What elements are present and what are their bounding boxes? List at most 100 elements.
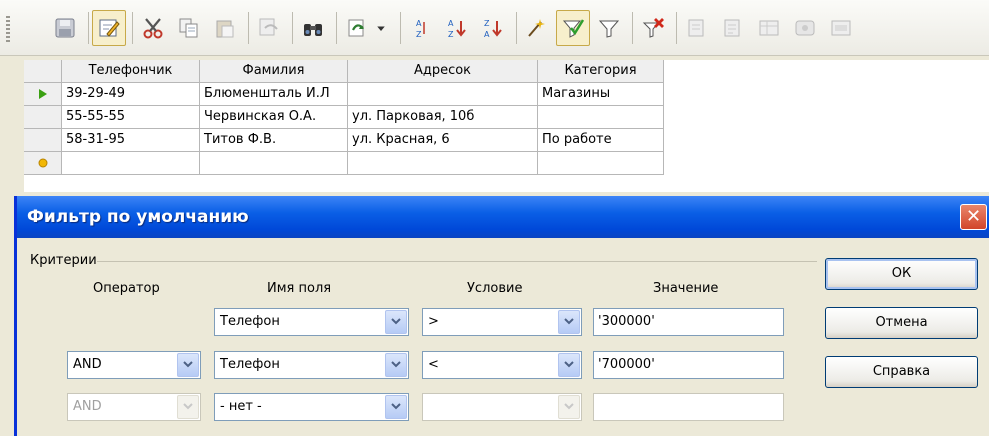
close-icon[interactable]: ✕: [960, 204, 987, 230]
report-icon[interactable]: [716, 10, 750, 46]
grid-corner[interactable]: [24, 60, 62, 83]
field-name-value: Телефон: [220, 357, 280, 372]
value-input-2[interactable]: '700000': [593, 351, 784, 379]
svg-text:Z: Z: [448, 30, 454, 39]
form-icon[interactable]: [680, 10, 714, 46]
data-grid: Телефончик Фамилия Адресок Категория 39-…: [24, 60, 989, 192]
condition-select-1[interactable]: >: [422, 308, 582, 336]
sort-ascending-icon[interactable]: AZ: [440, 10, 474, 46]
table-cell[interactable]: Червинская О.А.: [200, 106, 348, 129]
table-cell[interactable]: [348, 152, 538, 175]
table-cell[interactable]: [348, 83, 538, 106]
save-icon[interactable]: [48, 10, 82, 46]
find-icon[interactable]: [296, 10, 330, 46]
operator-select-3: AND: [67, 393, 201, 421]
table-cell[interactable]: [62, 152, 200, 175]
autofilter-icon[interactable]: [520, 10, 554, 46]
chevron-down-icon[interactable]: [558, 353, 580, 377]
value-input-3: [593, 393, 784, 421]
table-cell[interactable]: Титов Ф.В.: [200, 129, 348, 152]
ok-button[interactable]: ОК: [825, 258, 978, 290]
chevron-down-icon[interactable]: [558, 310, 580, 334]
table-cell[interactable]: [200, 152, 348, 175]
row-header-new[interactable]: [24, 152, 62, 175]
dropdown-icon[interactable]: [372, 10, 390, 46]
table-cell[interactable]: 55-55-55: [62, 106, 200, 129]
copy-icon[interactable]: [172, 10, 206, 46]
chevron-down-icon[interactable]: [385, 353, 407, 377]
operator-select-2[interactable]: AND: [67, 351, 201, 379]
table-cell[interactable]: 39-29-49: [62, 83, 200, 106]
table-cell[interactable]: [538, 152, 664, 175]
column-header[interactable]: Телефончик: [62, 60, 200, 83]
condition-select-2[interactable]: <: [422, 351, 582, 379]
new-row-star-icon: [38, 158, 47, 168]
field-column-label: Имя поля: [267, 281, 332, 296]
field-name-select-2[interactable]: Телефон: [214, 351, 409, 379]
remove-filter-icon[interactable]: [636, 10, 670, 46]
data-to-fields-icon[interactable]: [824, 10, 858, 46]
chevron-down-icon: [558, 395, 580, 419]
operator-value: AND: [73, 357, 102, 372]
chevron-down-icon: [177, 395, 199, 419]
svg-text:Z: Z: [416, 30, 422, 39]
group-divider: [97, 261, 817, 262]
dialog-title[interactable]: Фильтр по умолчанию: [17, 196, 989, 238]
row-header[interactable]: [24, 106, 62, 129]
standard-filter-icon[interactable]: [592, 10, 626, 46]
sort-icon[interactable]: AZ: [404, 10, 438, 46]
default-filter-dialog: Фильтр по умолчанию ✕ Критерии Оператор …: [14, 196, 989, 436]
table-cell[interactable]: ул. Парковая, 10б: [348, 106, 538, 129]
default-filter-icon[interactable]: [556, 10, 590, 46]
refresh-icon[interactable]: [340, 10, 374, 46]
data-to-text-icon[interactable]: [788, 10, 822, 46]
field-name-value: Телефон: [220, 314, 280, 329]
table-cell[interactable]: Магазины: [538, 83, 664, 106]
toolbar: AZ AZ ZA: [0, 0, 989, 56]
toolbar-grip[interactable]: [6, 16, 10, 42]
condition-column-label: Условие: [467, 281, 523, 296]
table-row-new[interactable]: [62, 152, 664, 175]
chevron-down-icon[interactable]: [385, 395, 407, 419]
table-cell[interactable]: По работе: [538, 129, 664, 152]
svg-text:Z: Z: [484, 19, 490, 28]
table-cell[interactable]: 58-31-95: [62, 129, 200, 152]
table-row[interactable]: 39-29-49 Блюменшталь И.Л Магазины: [62, 83, 664, 106]
cancel-button[interactable]: Отмена: [825, 307, 978, 339]
table-row[interactable]: 55-55-55 Червинская О.А. ул. Парковая, 1…: [62, 106, 664, 129]
chevron-down-icon[interactable]: [177, 353, 199, 377]
criteria-group-label: Критерии: [30, 253, 97, 268]
table-cell[interactable]: Блюменшталь И.Л: [200, 83, 348, 106]
table-cell[interactable]: [538, 106, 664, 129]
sort-descending-icon[interactable]: ZA: [476, 10, 510, 46]
condition-value: <: [428, 357, 439, 372]
field-name-select-3[interactable]: - нет -: [214, 393, 409, 421]
column-header[interactable]: Фамилия: [200, 60, 348, 83]
svg-text:A: A: [448, 19, 454, 28]
chevron-down-icon[interactable]: [385, 310, 407, 334]
edit-icon[interactable]: [92, 10, 126, 46]
table-cell[interactable]: ул. Красная, 6: [348, 129, 538, 152]
undo-icon[interactable]: [252, 10, 286, 46]
field-name-select-1[interactable]: Телефон: [214, 308, 409, 336]
field-name-value: - нет -: [220, 399, 262, 414]
table-row[interactable]: 58-31-95 Титов Ф.В. ул. Красная, 6 По ра…: [62, 129, 664, 152]
row-header-current[interactable]: [24, 83, 62, 106]
svg-text:A: A: [484, 30, 490, 39]
operator-value: AND: [73, 399, 102, 414]
paste-icon[interactable]: [208, 10, 242, 46]
help-button[interactable]: Справка: [825, 356, 978, 388]
value-input-1[interactable]: '300000': [593, 308, 784, 336]
grid-header-row: Телефончик Фамилия Адресок Категория: [62, 60, 664, 83]
column-header[interactable]: Адресок: [348, 60, 538, 83]
column-header[interactable]: Категория: [538, 60, 664, 83]
svg-text:A: A: [416, 19, 422, 28]
value-column-label: Значение: [653, 281, 719, 296]
table-icon[interactable]: [752, 10, 786, 46]
operator-column-label: Оператор: [93, 281, 160, 296]
current-row-arrow-icon: [38, 89, 47, 99]
condition-value: >: [428, 314, 439, 329]
cut-icon[interactable]: [136, 10, 170, 46]
row-header[interactable]: [24, 129, 62, 152]
condition-select-3: [422, 393, 582, 421]
